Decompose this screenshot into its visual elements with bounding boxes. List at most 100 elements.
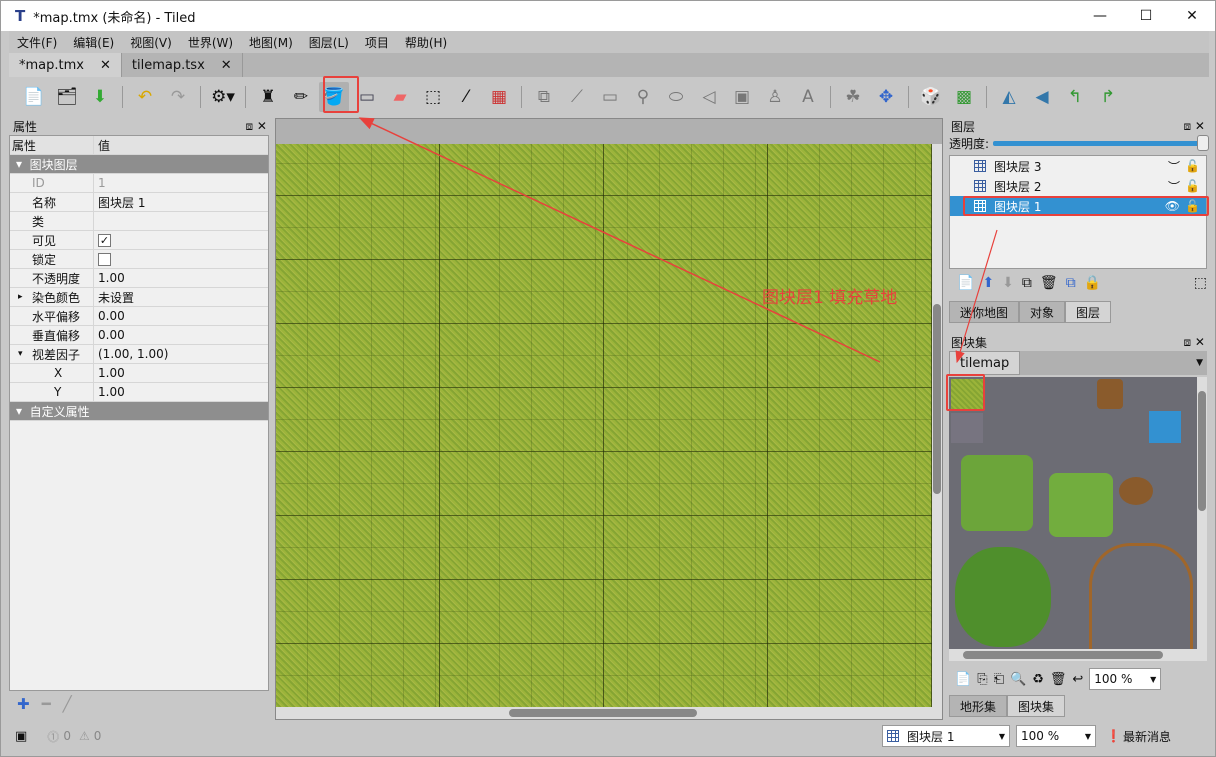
wang-dice-icon[interactable]: 🎲 <box>916 82 946 112</box>
edit-polygons-icon[interactable]: ⟋ <box>562 82 592 112</box>
prop-value[interactable]: 图块层 1 <box>94 194 145 211</box>
insert-ellipse-icon[interactable]: ⬭ <box>661 82 691 112</box>
rotate-right-icon[interactable]: ↱ <box>1093 82 1123 112</box>
locked-checkbox[interactable] <box>98 252 111 266</box>
slider-handle[interactable] <box>1197 135 1209 151</box>
unlock-icon[interactable]: 🔓 <box>1185 179 1200 193</box>
add-property-icon[interactable]: ✚ <box>17 695 30 713</box>
collapse-arrow-icon[interactable]: ▾ <box>18 349 23 359</box>
rotate-left-icon[interactable]: ↰ <box>1060 82 1090 112</box>
opacity-slider[interactable] <box>993 135 1209 151</box>
flip-vertical-icon[interactable]: ◀ <box>1027 82 1057 112</box>
magic-wand-icon[interactable]: ⁄ <box>451 82 481 112</box>
empty-tile[interactable] <box>951 413 983 443</box>
close-tab-icon[interactable]: ✕ <box>100 58 111 73</box>
tab-tilemap[interactable]: tilemap <box>949 351 1021 375</box>
embed-tileset-icon[interactable]: ⎘ <box>977 672 987 687</box>
select-same-tile-icon[interactable]: ▦ <box>484 82 514 112</box>
bush-tile[interactable] <box>961 455 1033 531</box>
prop-value[interactable]: 未设置 <box>94 289 134 306</box>
show-other-layers-icon[interactable]: ⧉ <box>1066 275 1076 291</box>
tab-layers[interactable]: 图层 <box>1065 301 1112 323</box>
flip-horizontal-icon[interactable]: ◭ <box>994 82 1024 112</box>
news-link[interactable]: 最新消息 <box>1123 728 1171 745</box>
duplicate-layer-icon[interactable]: ⧉ <box>1022 275 1032 291</box>
hidden-eye-icon[interactable]: ︶ <box>1168 178 1180 195</box>
hidden-eye-icon[interactable]: ︶ <box>1168 158 1180 175</box>
layer-row-3[interactable]: 图块层 3 ︶ 🔓 <box>950 156 1206 176</box>
tileset-zoom-combo[interactable]: 100 % ▼ <box>1089 668 1162 690</box>
menu-view[interactable]: 视图(V) <box>122 34 180 51</box>
raise-layer-icon[interactable]: ⬆ <box>982 275 994 291</box>
menu-edit[interactable]: 编辑(E) <box>65 34 122 51</box>
console-icon[interactable]: ▣ <box>15 729 27 744</box>
table-row[interactable]: X 1.00 <box>10 364 268 383</box>
insert-polygon-icon[interactable]: ◁ <box>694 82 724 112</box>
insert-text-icon[interactable]: A <box>793 82 823 112</box>
float-close-icons[interactable]: ⧈ ✕ <box>1183 335 1205 350</box>
insert-template-icon[interactable]: ♙ <box>760 82 790 112</box>
menu-world[interactable]: 世界(W) <box>180 34 241 51</box>
table-row[interactable]: 垂直偏移 0.00 <box>10 326 268 345</box>
tileset-vscrollbar[interactable] <box>1197 377 1207 661</box>
open-icon[interactable]: 🗂 <box>52 82 82 112</box>
logs-tile[interactable] <box>1119 477 1153 505</box>
table-row[interactable]: 锁定 <box>10 250 268 269</box>
menu-file[interactable]: 文件(F) <box>9 34 65 51</box>
current-layer-combo[interactable]: 图块层 1 ▼ <box>882 725 1011 747</box>
tab-tilemap-tsx[interactable]: tilemap.tsx ✕ <box>122 53 243 77</box>
lower-layer-icon[interactable]: ⬇ <box>1002 275 1014 291</box>
tab-map-tmx[interactable]: *map.tmx ✕ <box>9 53 122 77</box>
tileset-map-icon[interactable]: ▩ <box>949 82 979 112</box>
remove-tileset-icon[interactable]: 🗑 <box>1050 672 1067 687</box>
scroll-thumb[interactable] <box>509 709 697 717</box>
stamp-brush-icon[interactable]: ♜ <box>253 82 283 112</box>
horizontal-scrollbar[interactable] <box>276 707 942 719</box>
eraser-icon[interactable]: ▰ <box>385 82 415 112</box>
table-row[interactable]: 名称 图块层 1 <box>10 193 268 212</box>
table-row[interactable]: ▸ 染色颜色 未设置 <box>10 288 268 307</box>
tab-tilesets[interactable]: 图块集 <box>1007 695 1066 717</box>
stump-tile[interactable] <box>1097 379 1123 409</box>
zoom-combo[interactable]: 100 % ▼ <box>1016 725 1097 747</box>
table-row[interactable]: 水平偏移 0.00 <box>10 307 268 326</box>
menu-layer[interactable]: 图层(L) <box>301 34 357 51</box>
dead-tree-tile[interactable] <box>1089 543 1193 649</box>
layer-row-2[interactable]: 图块层 2 ︶ 🔓 <box>950 176 1206 196</box>
prop-value[interactable]: 1.00 <box>94 366 125 380</box>
table-row[interactable]: 类 <box>10 212 268 231</box>
group-tile-layer[interactable]: ▾ 图块图层 <box>10 155 268 174</box>
prop-value[interactable]: 1.00 <box>94 385 125 399</box>
highlight-layer-icon[interactable]: ⬚ <box>1194 275 1207 291</box>
maximize-button[interactable]: ☐ <box>1123 1 1169 31</box>
menu-help[interactable]: 帮助(H) <box>397 34 455 51</box>
vertical-scrollbar[interactable] <box>932 144 942 707</box>
lock-icon[interactable]: 🔒 <box>1084 275 1101 291</box>
tileset-view[interactable] <box>949 377 1197 649</box>
insert-point-icon[interactable]: ⚲ <box>628 82 658 112</box>
table-row[interactable]: Y 1.00 <box>10 383 268 402</box>
close-tab-icon[interactable]: ✕ <box>221 58 232 73</box>
tileset-hscrollbar[interactable] <box>949 649 1197 661</box>
new-tileset-icon[interactable]: 📄 <box>955 672 971 687</box>
warning-icon[interactable]: ⚠ <box>79 729 90 743</box>
tab-terrain-sets[interactable]: 地形集 <box>949 695 1008 717</box>
tab-objects[interactable]: 对象 <box>1019 301 1066 323</box>
scroll-thumb[interactable] <box>933 304 941 494</box>
dynamic-wrap-icon[interactable]: ↩ <box>1072 672 1083 687</box>
save-icon[interactable]: ⬇ <box>85 82 115 112</box>
tree-tile[interactable] <box>955 547 1051 647</box>
unlock-icon[interactable]: 🔓 <box>1185 159 1200 173</box>
rect-select-icon[interactable]: ⬚ <box>418 82 448 112</box>
remove-property-icon[interactable]: ━ <box>42 695 51 713</box>
edit-tileset-icon[interactable]: 🔍 <box>1010 672 1026 687</box>
selected-tile[interactable] <box>1149 411 1181 443</box>
redo-icon[interactable]: ↷ <box>163 82 193 112</box>
new-layer-icon[interactable]: 📄 <box>957 275 974 291</box>
delete-layer-icon[interactable]: 🗑 <box>1040 275 1058 291</box>
float-close-icons[interactable]: ⧈ ✕ <box>1183 119 1205 134</box>
export-tileset-icon[interactable]: ⎗ <box>994 672 1004 687</box>
menu-map[interactable]: 地图(M) <box>241 34 301 51</box>
terrain-brush-icon[interactable]: ✏ <box>286 82 316 112</box>
new-map-icon[interactable]: 📄 <box>19 82 49 112</box>
